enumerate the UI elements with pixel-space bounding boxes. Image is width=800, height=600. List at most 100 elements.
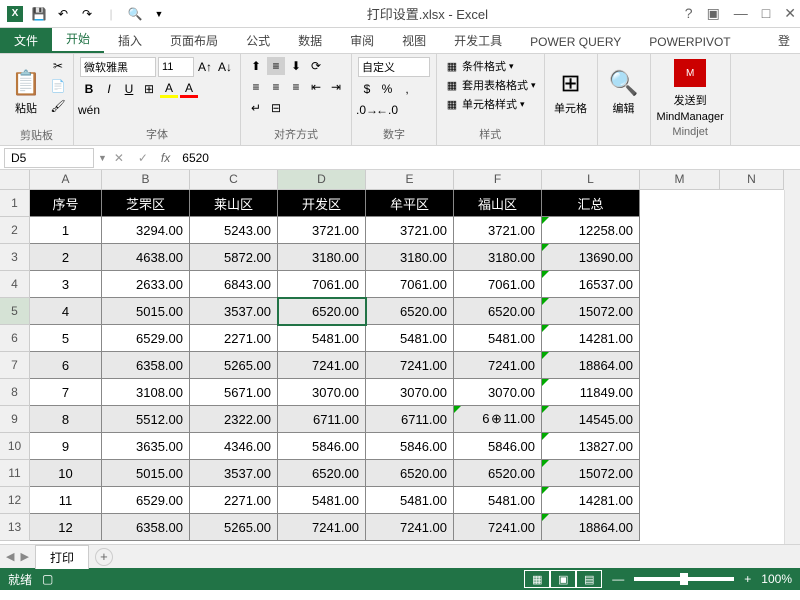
table-cell[interactable]: 5481.00: [366, 325, 454, 352]
table-cell-index[interactable]: 12: [30, 514, 102, 541]
fill-color-icon[interactable]: A: [160, 80, 178, 98]
table-cell[interactable]: 18864.00: [542, 352, 640, 379]
table-header-cell[interactable]: 汇总: [542, 190, 640, 217]
view-page-break-icon[interactable]: ▤: [576, 570, 602, 588]
table-cell[interactable]: 2322.00: [190, 406, 278, 433]
tab-formulas[interactable]: 公式: [232, 28, 284, 53]
underline-icon[interactable]: U: [120, 80, 138, 98]
cancel-formula-icon[interactable]: ✕: [107, 151, 131, 165]
column-header[interactable]: L: [542, 170, 640, 190]
border-icon[interactable]: ⊞: [140, 80, 158, 98]
column-header[interactable]: E: [366, 170, 454, 190]
font-color-icon[interactable]: A: [180, 80, 198, 98]
table-cell-index[interactable]: 2: [30, 244, 102, 271]
bold-icon[interactable]: B: [80, 80, 98, 98]
table-cell[interactable]: 5015.00: [102, 460, 190, 487]
editing-button[interactable]: 🔍编辑: [604, 57, 644, 127]
font-size-select[interactable]: [158, 57, 194, 77]
formula-input[interactable]: [176, 149, 800, 167]
row-header[interactable]: 3: [0, 244, 30, 271]
table-cell-index[interactable]: 3: [30, 271, 102, 298]
table-cell[interactable]: 5481.00: [454, 325, 542, 352]
sheet-nav-next-icon[interactable]: ▶: [20, 550, 28, 563]
decrease-indent-icon[interactable]: ⇤: [307, 78, 325, 96]
number-format-select[interactable]: [358, 57, 430, 77]
table-cell[interactable]: 3180.00: [366, 244, 454, 271]
table-cell[interactable]: 5265.00: [190, 352, 278, 379]
undo-icon[interactable]: ↶: [52, 3, 74, 25]
ruby-icon[interactable]: wén: [80, 101, 98, 119]
accept-formula-icon[interactable]: ✓: [131, 151, 155, 165]
minimize-icon[interactable]: ―: [734, 5, 748, 22]
table-header-cell[interactable]: 开发区: [278, 190, 366, 217]
table-cell[interactable]: 16537.00: [542, 271, 640, 298]
table-cell[interactable]: 3721.00: [454, 217, 542, 244]
column-header[interactable]: F: [454, 170, 542, 190]
table-cell-index[interactable]: 7: [30, 379, 102, 406]
tab-layout[interactable]: 页面布局: [156, 28, 232, 53]
table-cell[interactable]: 5872.00: [190, 244, 278, 271]
table-cell[interactable]: 5671.00: [190, 379, 278, 406]
table-cell[interactable]: 7241.00: [454, 352, 542, 379]
table-cell-index[interactable]: 5: [30, 325, 102, 352]
column-header[interactable]: C: [190, 170, 278, 190]
table-header-cell[interactable]: 芝罘区: [102, 190, 190, 217]
table-cell[interactable]: 6520.00: [454, 298, 542, 325]
add-sheet-button[interactable]: +: [95, 548, 113, 566]
redo-icon[interactable]: ↷: [76, 3, 98, 25]
format-painter-icon[interactable]: 🖌: [49, 97, 67, 115]
table-cell[interactable]: 13827.00: [542, 433, 640, 460]
align-center-icon[interactable]: ≡: [267, 78, 285, 96]
cells-button[interactable]: ⊞单元格: [551, 57, 591, 127]
table-cell[interactable]: 5243.00: [190, 217, 278, 244]
table-cell[interactable]: 7061.00: [278, 271, 366, 298]
font-name-select[interactable]: [80, 57, 156, 77]
table-cell-index[interactable]: 9: [30, 433, 102, 460]
row-header[interactable]: 8: [0, 379, 30, 406]
tab-view[interactable]: 视图: [388, 28, 440, 53]
table-cell[interactable]: 15072.00: [542, 298, 640, 325]
name-box[interactable]: D5: [4, 148, 94, 168]
table-cell[interactable]: 3180.00: [454, 244, 542, 271]
fx-icon[interactable]: fx: [155, 151, 176, 165]
table-cell[interactable]: 7061.00: [366, 271, 454, 298]
table-cell[interactable]: 6⊕11.00: [454, 406, 542, 433]
table-cell[interactable]: 14281.00: [542, 325, 640, 352]
decrease-font-icon[interactable]: A↓: [216, 58, 234, 76]
table-cell[interactable]: 7241.00: [366, 514, 454, 541]
spreadsheet-grid[interactable]: ABCDEFLMN 12345678910111213 序号芝罘区莱山区开发区牟…: [0, 170, 800, 544]
view-page-layout-icon[interactable]: ▣: [550, 570, 576, 588]
align-top-icon[interactable]: ⬆: [247, 57, 265, 75]
table-cell[interactable]: 5015.00: [102, 298, 190, 325]
row-header[interactable]: 9: [0, 406, 30, 433]
column-header[interactable]: M: [640, 170, 720, 190]
table-cell[interactable]: 5846.00: [454, 433, 542, 460]
close-icon[interactable]: ✕: [784, 5, 796, 22]
table-cell-index[interactable]: 1: [30, 217, 102, 244]
comma-icon[interactable]: ,: [398, 80, 416, 98]
increase-decimal-icon[interactable]: .0→: [358, 101, 376, 119]
column-header[interactable]: A: [30, 170, 102, 190]
table-cell[interactable]: 5265.00: [190, 514, 278, 541]
row-header[interactable]: 4: [0, 271, 30, 298]
table-cell[interactable]: 11849.00: [542, 379, 640, 406]
table-cell[interactable]: 7241.00: [454, 514, 542, 541]
row-header[interactable]: 1: [0, 190, 30, 217]
table-header-cell[interactable]: 牟平区: [366, 190, 454, 217]
paste-button[interactable]: 📋粘贴: [6, 57, 46, 127]
column-header[interactable]: B: [102, 170, 190, 190]
table-cell[interactable]: 4638.00: [102, 244, 190, 271]
table-cell[interactable]: 6520.00: [366, 298, 454, 325]
table-cell[interactable]: 14281.00: [542, 487, 640, 514]
row-header[interactable]: 5: [0, 298, 30, 325]
wrap-text-icon[interactable]: ↵: [247, 99, 265, 117]
table-cell[interactable]: 3108.00: [102, 379, 190, 406]
table-cell[interactable]: 18864.00: [542, 514, 640, 541]
tab-powerquery[interactable]: POWER QUERY: [516, 31, 635, 53]
table-cell[interactable]: 15072.00: [542, 460, 640, 487]
save-icon[interactable]: 💾: [28, 3, 50, 25]
qat-dropdown-icon[interactable]: ▼: [148, 3, 170, 25]
sheet-nav-prev-icon[interactable]: ◀: [6, 550, 14, 563]
table-cell[interactable]: 5481.00: [278, 325, 366, 352]
table-cell[interactable]: 13690.00: [542, 244, 640, 271]
